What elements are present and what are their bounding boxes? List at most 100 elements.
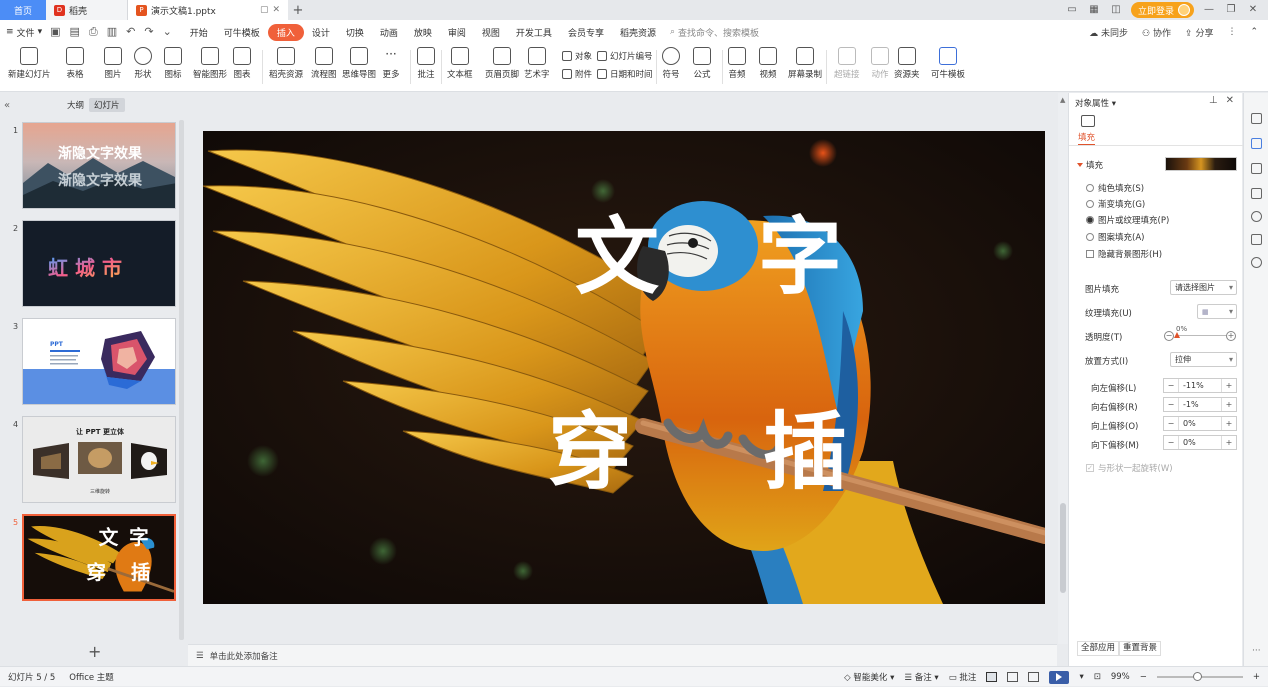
skin-icon[interactable]: ◫ <box>1109 4 1123 16</box>
play-options-chevron-icon[interactable]: ▾ <box>1079 672 1083 682</box>
redo-icon[interactable]: ↷ <box>144 25 153 39</box>
add-slide-button[interactable]: + <box>88 642 101 661</box>
menu-slideshow[interactable]: 放映 <box>406 24 440 41</box>
plus-icon[interactable]: + <box>1222 381 1236 390</box>
screen-record-button[interactable]: 屏幕录制 <box>788 47 822 80</box>
menu-review[interactable]: 审阅 <box>440 24 474 41</box>
comment-button[interactable]: 批注 <box>417 47 435 80</box>
tab-document[interactable]: P 演示文稿1.pptx ▢ ✕ <box>128 0 288 20</box>
play-slideshow-button[interactable] <box>1049 670 1070 684</box>
slide-text-zi[interactable]: 字 <box>758 208 842 306</box>
collapse-ribbon-icon[interactable]: ⌃ <box>1250 27 1258 37</box>
notes-bar[interactable]: ☰ 单击此处添加备注 <box>188 644 1057 666</box>
tab-close-icon[interactable]: ✕ <box>272 5 280 15</box>
icon-button[interactable]: 图标 <box>164 47 182 80</box>
flowchart-button[interactable]: 流程图 <box>311 47 337 80</box>
share-button[interactable]: ⇪ 分享 <box>1185 26 1213 39</box>
theme-name[interactable]: Office 主题 <box>69 671 114 683</box>
placement-select[interactable]: 拉伸 <box>1170 352 1237 367</box>
more-menu-icon[interactable]: ⋮ <box>1227 27 1236 37</box>
texture-fill-select[interactable]: ▦ <box>1197 304 1237 319</box>
video-button[interactable]: 视频 <box>759 47 777 80</box>
formula-button[interactable]: 公式 <box>693 47 711 80</box>
slide-library-icon[interactable] <box>1251 188 1262 199</box>
zoom-slider[interactable] <box>1156 672 1243 681</box>
more-tools-icon[interactable]: ··· <box>1252 646 1261 656</box>
tab-slides[interactable]: 幻灯片 <box>89 98 125 112</box>
minus-icon[interactable]: − <box>1164 400 1178 409</box>
maximize-icon[interactable]: ❐ <box>1224 4 1238 16</box>
save-icon[interactable]: ▣ <box>50 25 60 39</box>
sync-status[interactable]: ☁ 未同步 <box>1089 26 1128 39</box>
reset-background-button[interactable]: 重置背景 <box>1119 641 1162 656</box>
login-button[interactable]: 立即登录 <box>1130 2 1194 18</box>
editor-vertical-scrollbar[interactable]: ▲ <box>1058 93 1068 644</box>
slide-thumbnail-selected[interactable]: 文 字 穿 插 <box>22 514 176 601</box>
table-button[interactable]: 表格 <box>66 47 84 80</box>
object-button[interactable]: 对象 <box>562 50 592 62</box>
apps-grid-icon[interactable]: ▦ <box>1087 4 1101 16</box>
notes-toggle-button[interactable]: ☰ 备注 ▾ <box>904 671 938 683</box>
radio-solid-fill[interactable]: 纯色填充(S) <box>1086 182 1144 194</box>
menu-view[interactable]: 视图 <box>474 24 508 41</box>
smartart-button[interactable]: 智能图形 <box>193 47 227 80</box>
panel-title[interactable]: 对象属性 ▾ <box>1075 97 1116 109</box>
layout-icon[interactable]: ▭ <box>1065 4 1079 16</box>
smart-beautify-button[interactable]: ◇ 智能美化 ▾ <box>844 671 894 683</box>
radio-picture-fill[interactable]: 图片或纹理填充(P) <box>1086 214 1169 226</box>
docer-resources-button[interactable]: 稻壳资源 <box>269 47 303 80</box>
more-button[interactable]: ··· 更多 <box>382 47 400 80</box>
menu-transition[interactable]: 切换 <box>338 24 372 41</box>
slide-sorter-view-icon[interactable] <box>1007 672 1019 682</box>
checkbox-rotate-with-shape[interactable]: ✓ 与形状一起旋转(W) <box>1086 462 1173 474</box>
menu-developer[interactable]: 开发工具 <box>508 24 560 41</box>
close-window-icon[interactable]: ✕ <box>1246 4 1260 16</box>
comments-toggle-button[interactable]: ▭ 批注 <box>949 671 977 683</box>
zoom-in-icon[interactable]: + <box>1253 672 1260 682</box>
mindmap-button[interactable]: 思维导图 <box>342 47 376 80</box>
print-preview-icon[interactable]: ▥ <box>107 25 117 39</box>
menu-design[interactable]: 设计 <box>304 24 338 41</box>
keniu-template-button[interactable]: 可牛模板 <box>931 47 965 80</box>
undo-icon[interactable]: ↶ <box>126 25 135 39</box>
new-tab-button[interactable]: + <box>288 0 308 20</box>
new-slide-button[interactable]: 新建幻灯片 <box>8 47 51 80</box>
slide-text-wen[interactable]: 文 <box>575 208 659 306</box>
transparency-slider-knob[interactable] <box>1174 332 1180 338</box>
textbox-button[interactable]: 文本框 <box>447 47 473 80</box>
tab-restore-icon[interactable]: ▢ <box>260 5 269 15</box>
scroll-up-icon[interactable]: ▲ <box>1060 96 1065 104</box>
minimize-icon[interactable]: — <box>1202 4 1216 16</box>
help-icon[interactable] <box>1251 211 1262 222</box>
collapse-pane-icon[interactable]: « <box>4 100 10 111</box>
animation-icon[interactable] <box>1251 163 1262 174</box>
attachment-button[interactable]: 附件 <box>562 68 592 80</box>
shape-button[interactable]: 形状 <box>134 47 152 80</box>
reading-view-icon[interactable] <box>1028 672 1040 682</box>
zoom-slider-knob[interactable] <box>1192 672 1202 681</box>
slide-thumbnail[interactable]: 让 PPT 更立体 三维旋转 <box>22 416 176 503</box>
image-tools-icon[interactable] <box>1251 234 1262 245</box>
slide-thumbnail[interactable]: PPT <box>22 318 176 405</box>
offset-right-stepper[interactable]: − -1% + <box>1163 397 1237 412</box>
header-footer-button[interactable]: 页眉页脚 <box>485 47 519 80</box>
print-icon[interactable]: ⎙ <box>89 25 98 39</box>
symbol-button[interactable]: 符号 <box>662 47 680 80</box>
tab-outline[interactable]: 大纲 <box>62 98 89 112</box>
checkbox-hide-background[interactable]: 隐藏背景图形(H) <box>1086 248 1162 260</box>
plus-icon[interactable]: + <box>1222 419 1236 428</box>
plus-icon[interactable]: + <box>1222 400 1236 409</box>
plus-icon[interactable]: + <box>1222 438 1236 447</box>
tab-fill[interactable]: 填充 <box>1078 131 1096 146</box>
offset-down-value[interactable]: 0% <box>1178 436 1222 449</box>
offset-right-value[interactable]: -1% <box>1178 398 1222 411</box>
zoom-fit-icon[interactable]: ⊡ <box>1094 672 1101 682</box>
command-search[interactable]: ⌕ 查找命令、搜索模板 <box>670 26 759 39</box>
slides-pane-scrollbar[interactable] <box>179 120 184 640</box>
resource-folder-button[interactable]: 资源夹 <box>894 47 920 80</box>
apply-all-button[interactable]: 全部应用 <box>1077 641 1120 656</box>
collaborate-button[interactable]: ⚇ 协作 <box>1142 26 1171 39</box>
menu-member[interactable]: 会员专享 <box>560 24 612 41</box>
transparency-slider[interactable] <box>1177 335 1227 336</box>
tab-docer[interactable]: D 稻壳 <box>46 0 128 20</box>
